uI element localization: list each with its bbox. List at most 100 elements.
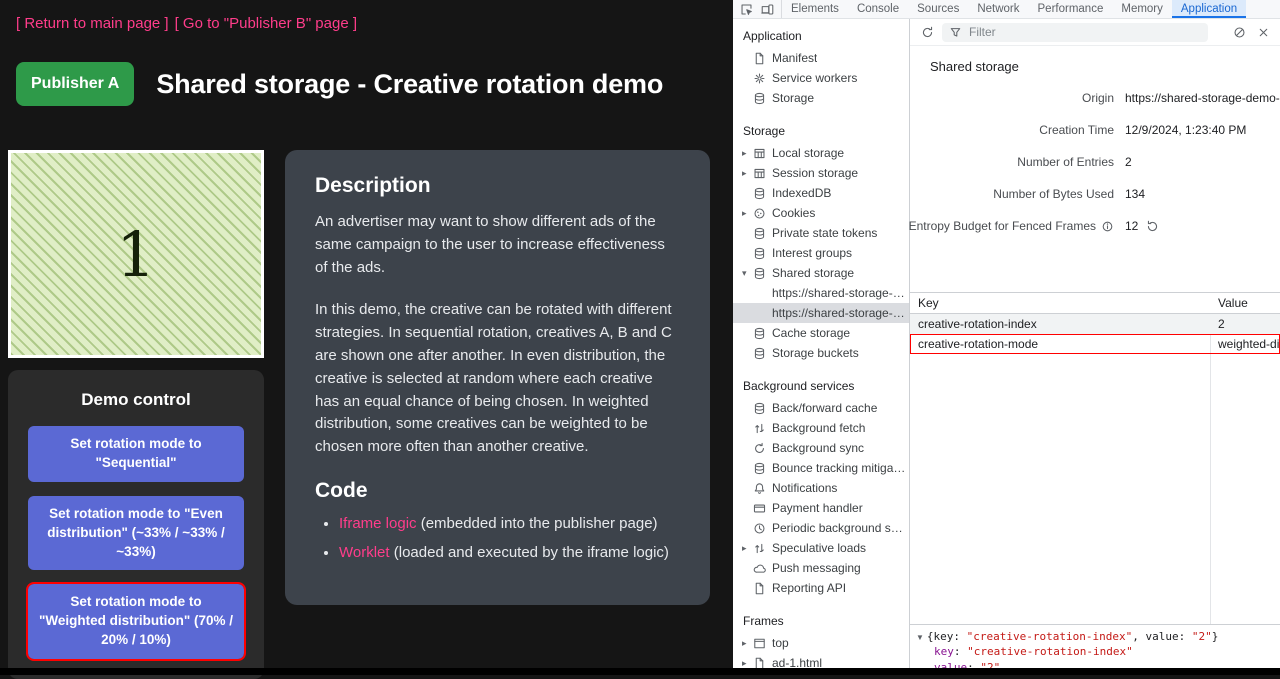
sidebar-item[interactable]: Payment handler — [733, 498, 909, 518]
reset-budget-icon[interactable] — [1146, 220, 1159, 233]
sidebar-item-icon — [753, 92, 769, 105]
sidebar-item-icon — [753, 402, 769, 415]
sidebar-item[interactable]: Storage buckets — [733, 343, 909, 363]
sidebar-item[interactable]: https://shared-storage-d… — [733, 303, 909, 323]
sidebar-item-icon — [753, 462, 769, 475]
column-header-key[interactable]: Key — [910, 293, 1210, 313]
sidebar-item[interactable]: Periodic background s… — [733, 518, 909, 538]
creative-frame: 1 — [8, 150, 264, 358]
sidebar-item-label: Cookies — [769, 206, 815, 220]
code-link-note: (loaded and executed by the iframe logic… — [390, 544, 669, 561]
set-rotation-mode-button[interactable]: Set rotation mode to "Weighted distribut… — [28, 584, 244, 659]
sidebar-item[interactable]: Notifications — [733, 478, 909, 498]
devtools-tabbar-icons — [733, 0, 782, 18]
info-icon[interactable] — [1101, 220, 1114, 233]
devtools-tab[interactable]: Network — [968, 0, 1028, 18]
sidebar-item-label: IndexedDB — [769, 186, 831, 200]
sidebar-item-icon — [753, 207, 769, 220]
expander-icon[interactable]: ▸ — [742, 658, 753, 669]
table-row[interactable]: creative-rotation-index 2 — [910, 314, 1280, 334]
expander-icon[interactable]: ▸ — [742, 543, 753, 554]
expander-icon[interactable]: ▸ — [742, 168, 753, 179]
clear-icon[interactable] — [1230, 23, 1248, 41]
sidebar-item[interactable]: ▸ Session storage — [733, 163, 909, 183]
refresh-icon[interactable] — [918, 23, 936, 41]
filter-input[interactable] — [967, 24, 1201, 40]
table-row[interactable]: creative-rotation-mode weighted-distribu… — [910, 334, 1280, 354]
sidebar-item[interactable]: Cache storage — [733, 323, 909, 343]
sidebar-item-icon — [753, 637, 769, 650]
expander-icon[interactable]: ▾ — [742, 268, 753, 279]
devtools-window: ElementsConsoleSourcesNetworkPerformance… — [733, 0, 1280, 668]
close-icon[interactable] — [1254, 23, 1272, 41]
sidebar-item-label: Shared storage — [769, 266, 854, 280]
sidebar-item[interactable]: ▾ Shared storage — [733, 263, 909, 283]
devtools-tab[interactable]: Elements — [782, 0, 848, 18]
code-link[interactable]: Worklet — [339, 544, 390, 561]
sidebar-item[interactable]: ▸ Cookies — [733, 203, 909, 223]
sidebar-item[interactable]: Bounce tracking mitiga… — [733, 458, 909, 478]
sidebar-item[interactable]: Back/forward cache — [733, 398, 909, 418]
devtools-tab[interactable]: Application — [1172, 0, 1246, 18]
sidebar-item[interactable]: Storage — [733, 88, 909, 108]
metadata-row: Number of Entries 2 — [910, 146, 1280, 178]
sidebar-item-label: Interest groups — [769, 246, 852, 260]
sidebar-item[interactable]: ▸ Local storage — [733, 143, 909, 163]
sidebar-section-title: Background services — [733, 371, 909, 398]
devtools-sidebar: Application Manifest — [733, 19, 910, 668]
metadata-value: 12/9/2024, 1:23:40 PM — [1125, 123, 1246, 137]
metadata-label: Creation Time — [910, 123, 1114, 137]
metadata-label-text: Creation Time — [1039, 123, 1114, 137]
sidebar-item[interactable]: Background fetch — [733, 418, 909, 438]
metadata-value: 12 — [1125, 219, 1159, 233]
publisher-page: [ Return to main page ] [ Go to "Publishe… — [0, 0, 733, 675]
code-link-note: (embedded into the publisher page) — [417, 515, 658, 532]
expander-icon[interactable]: ▸ — [742, 148, 753, 159]
expander-icon[interactable]: ▸ — [742, 208, 753, 219]
devtools-tabbar: ElementsConsoleSourcesNetworkPerformance… — [733, 0, 1280, 19]
sidebar-item[interactable]: Service workers — [733, 68, 909, 88]
devtools-tab[interactable]: Console — [848, 0, 908, 18]
sidebar-item[interactable]: Interest groups — [733, 243, 909, 263]
sidebar-item[interactable]: Push messaging — [733, 558, 909, 578]
sidebar-item-label: Payment handler — [769, 501, 863, 515]
sidebar-item-icon — [753, 582, 769, 595]
sidebar-item[interactable]: ▸ ad-1.html — [733, 653, 909, 668]
sidebar-section-title: Frames — [733, 606, 909, 633]
column-header-value[interactable]: Value — [1210, 293, 1256, 313]
devtools-tab[interactable]: Sources — [908, 0, 968, 18]
sidebar-item[interactable]: ▸ top — [733, 633, 909, 653]
sidebar-item-icon — [753, 657, 769, 669]
sidebar-item[interactable]: Private state tokens — [733, 223, 909, 243]
preview-summary-segment: "2" — [1192, 630, 1212, 643]
code-link[interactable]: Iframe logic — [339, 515, 417, 532]
table-header: Key Value — [910, 293, 1280, 314]
preview-entry-line: key"creative-rotation-index" — [916, 644, 1274, 659]
devtools-toolbar — [910, 19, 1280, 46]
devtools-tab[interactable]: Memory — [1112, 0, 1172, 18]
sidebar-item[interactable]: Reporting API — [733, 578, 909, 598]
panel-title: Shared storage — [910, 46, 1280, 82]
devtools-tab[interactable]: Performance — [1029, 0, 1113, 18]
code-list-item: Iframe logic (embedded into the publishe… — [339, 513, 680, 535]
caret-down-icon[interactable]: ▼ — [916, 633, 924, 642]
sidebar-item[interactable]: https://shared-storage-d… — [733, 283, 909, 303]
sidebar-item[interactable]: ▸ Speculative loads — [733, 538, 909, 558]
top-nav: [ Return to main page ] [ Go to "Publishe… — [0, 0, 733, 32]
inspect-element-icon[interactable] — [736, 0, 757, 18]
set-rotation-mode-button[interactable]: Set rotation mode to "Sequential" — [28, 426, 244, 482]
nav-link[interactable]: [ Go to "Publisher B" page ] — [175, 15, 357, 32]
sidebar-item[interactable]: IndexedDB — [733, 183, 909, 203]
expander-icon[interactable]: ▸ — [742, 638, 753, 649]
metadata-label: Number of Bytes Used — [910, 187, 1114, 201]
device-toolbar-icon[interactable] — [757, 0, 778, 18]
set-rotation-mode-button[interactable]: Set rotation mode to "Even distribution"… — [28, 496, 244, 571]
demo-control-buttons: Set rotation mode to "Sequential" Set ro… — [28, 426, 244, 659]
preview-entry-value: "creative-rotation-index" — [967, 645, 1133, 658]
sidebar-item[interactable]: Background sync — [733, 438, 909, 458]
sidebar-item-label: Background sync — [769, 441, 864, 455]
nav-link[interactable]: [ Return to main page ] — [16, 15, 169, 32]
sidebar-item[interactable]: Manifest — [733, 48, 909, 68]
sidebar-section: Storage ▸ Local storage ▸ — [733, 116, 909, 363]
sidebar-section: Frames ▸ top ▸ — [733, 606, 909, 668]
